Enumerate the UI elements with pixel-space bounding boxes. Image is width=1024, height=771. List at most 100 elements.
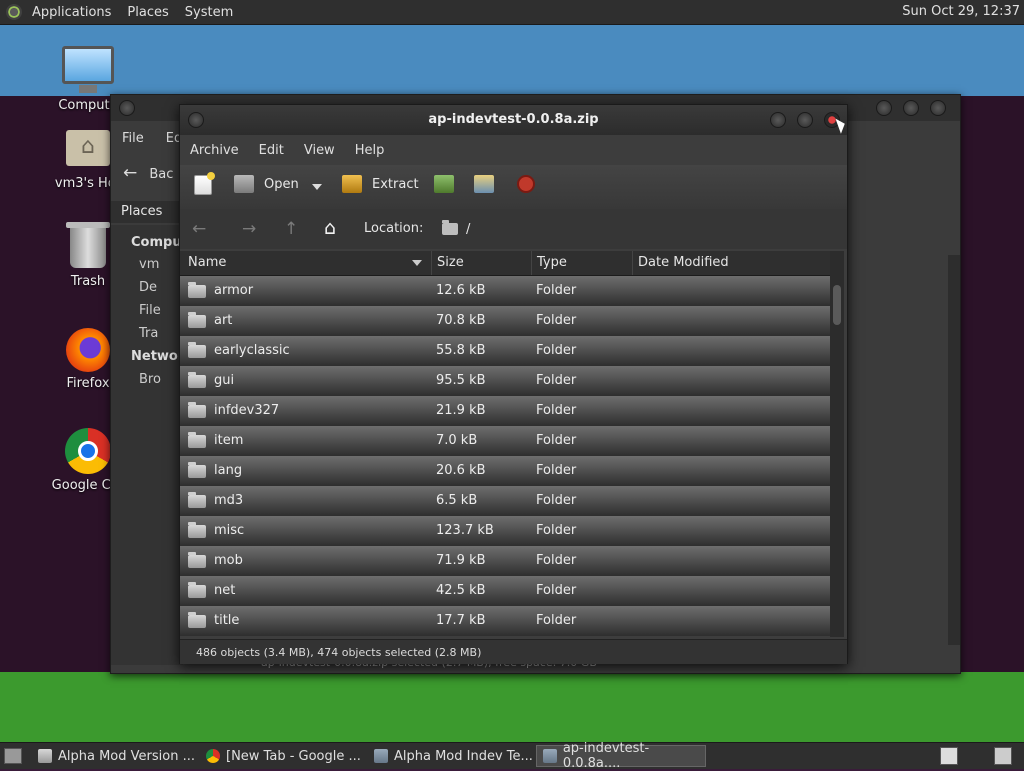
- sidebar-item-desktop[interactable]: De: [139, 280, 157, 295]
- open-button[interactable]: Open: [234, 175, 299, 193]
- column-name[interactable]: Name: [188, 255, 226, 270]
- sidebar-heading-network: Networ: [131, 349, 185, 364]
- table-row[interactable]: title 17.7 kB Folder: [180, 606, 830, 636]
- folder-icon: [188, 582, 206, 598]
- folder-icon: [188, 462, 206, 478]
- cell-type: Folder: [536, 373, 577, 388]
- back-arrow-icon[interactable]: ←: [192, 219, 206, 239]
- menu-archive[interactable]: Archive: [180, 143, 249, 158]
- close-icon[interactable]: [930, 100, 946, 116]
- table-row[interactable]: earlyclassic 55.8 kB Folder: [180, 336, 830, 366]
- menu-system[interactable]: System: [177, 5, 241, 20]
- panel-clock[interactable]: Sun Oct 29, 12:37: [902, 4, 1020, 19]
- distro-logo-icon[interactable]: [6, 4, 22, 20]
- new-archive-icon: [194, 172, 215, 195]
- trash-icon: [66, 222, 110, 268]
- table-row[interactable]: lang 20.6 kB Folder: [180, 456, 830, 486]
- menu-help[interactable]: Help: [345, 143, 395, 158]
- column-date-modified[interactable]: Date Modified: [638, 255, 729, 270]
- task-label: [New Tab - Google ...: [226, 748, 361, 764]
- add-folder-icon: [474, 175, 494, 193]
- minimize-icon[interactable]: [876, 100, 892, 116]
- column-size[interactable]: Size: [437, 255, 464, 270]
- menu-view[interactable]: View: [294, 143, 345, 158]
- cell-type: Folder: [536, 613, 577, 628]
- cell-name: title: [214, 613, 240, 628]
- table-row[interactable]: art 70.8 kB Folder: [180, 306, 830, 336]
- file-list[interactable]: Name Size Type Date Modified armor 12.6 k…: [180, 251, 830, 637]
- maximize-icon[interactable]: [903, 100, 919, 116]
- workspace-switcher-icon[interactable]: [940, 747, 958, 765]
- table-row[interactable]: infdev327 21.9 kB Folder: [180, 396, 830, 426]
- firefox-icon: [66, 328, 110, 372]
- open-label: Open: [264, 176, 299, 192]
- home-icon[interactable]: ⌂: [324, 217, 336, 239]
- up-arrow-icon[interactable]: ↑: [284, 219, 298, 239]
- cell-size: 55.8 kB: [436, 343, 486, 358]
- task-alpha-mod-version[interactable]: Alpha Mod Version ...: [32, 745, 200, 767]
- table-row[interactable]: net 42.5 kB Folder: [180, 576, 830, 606]
- table-row[interactable]: misc 123.7 kB Folder: [180, 516, 830, 546]
- cell-type: Folder: [536, 313, 577, 328]
- table-row[interactable]: mob 71.9 kB Folder: [180, 546, 830, 576]
- file-manager-scrollbar[interactable]: [948, 255, 960, 645]
- folder-icon: [38, 749, 52, 763]
- add-files-button[interactable]: [434, 175, 464, 193]
- menu-edit[interactable]: Edit: [249, 143, 294, 158]
- trash-applet-icon[interactable]: [994, 747, 1012, 765]
- add-folder-button[interactable]: [474, 175, 504, 193]
- table-row[interactable]: md3 6.5 kB Folder: [180, 486, 830, 516]
- folder-icon: [188, 552, 206, 568]
- extract-button[interactable]: Extract: [342, 175, 419, 193]
- cell-name: misc: [214, 523, 245, 538]
- sort-descending-icon[interactable]: [412, 260, 422, 266]
- status-text: 486 objects (3.4 MB), 474 objects select…: [196, 646, 482, 659]
- folder-icon: [188, 372, 206, 388]
- task-label: ap-indevtest-0.0.8a....: [562, 741, 650, 771]
- cell-type: Folder: [536, 493, 577, 508]
- window-menu-icon[interactable]: [119, 100, 135, 116]
- column-separator[interactable]: [531, 251, 532, 275]
- column-separator[interactable]: [632, 251, 633, 275]
- file-list-header: Name Size Type Date Modified: [180, 251, 830, 276]
- stop-icon: [517, 175, 535, 193]
- menu-file[interactable]: File: [111, 131, 155, 146]
- menu-places[interactable]: Places: [119, 5, 176, 20]
- sidebar-item-filesystem[interactable]: File: [139, 303, 161, 318]
- top-panel: Applications Places System Sun Oct 29, 1…: [0, 0, 1024, 25]
- forward-arrow-icon[interactable]: →: [242, 219, 256, 239]
- cell-type: Folder: [536, 523, 577, 538]
- cell-size: 7.0 kB: [436, 433, 478, 448]
- file-list-scrollbar[interactable]: [830, 251, 844, 637]
- task-ap-indevtest[interactable]: ap-indevtest-0.0.8a....: [536, 741, 706, 771]
- back-button[interactable]: ← Bac: [123, 163, 173, 183]
- sidebar-item-browse-network[interactable]: Bro: [139, 372, 161, 387]
- sidebar-item-home[interactable]: vm: [139, 257, 159, 272]
- folder-icon: [188, 282, 206, 298]
- maximize-icon[interactable]: [797, 112, 813, 128]
- task-new-tab-chrome[interactable]: [New Tab - Google ...: [200, 745, 368, 767]
- table-row[interactable]: armor 12.6 kB Folder: [180, 276, 830, 306]
- cell-size: 17.7 kB: [436, 613, 486, 628]
- column-type[interactable]: Type: [537, 255, 567, 270]
- column-separator[interactable]: [431, 251, 432, 275]
- cell-size: 20.6 kB: [436, 463, 486, 478]
- folder-icon: [188, 402, 206, 418]
- archive-manager-window[interactable]: ap-indevtest-0.0.8a.zip Archive Edit Vie…: [179, 104, 848, 664]
- minimize-icon[interactable]: [770, 112, 786, 128]
- computer-icon: [62, 46, 114, 93]
- task-alpha-mod-indev[interactable]: Alpha Mod Indev Te...: [368, 745, 536, 767]
- table-row[interactable]: item 7.0 kB Folder: [180, 426, 830, 456]
- archive-titlebar[interactable]: ap-indevtest-0.0.8a.zip: [180, 105, 847, 135]
- open-dropdown-button[interactable]: [312, 184, 322, 190]
- file-manager-sidebar: Comput vm De File Tra Networ Bro: [111, 225, 188, 665]
- table-row[interactable]: gui 95.5 kB Folder: [180, 366, 830, 396]
- scrollbar-thumb[interactable]: [833, 285, 841, 325]
- location-field[interactable]: /: [442, 217, 832, 241]
- show-desktop-icon[interactable]: [4, 748, 22, 764]
- menu-applications[interactable]: Applications: [24, 5, 119, 20]
- new-archive-button[interactable]: [194, 172, 222, 195]
- stop-button[interactable]: [517, 175, 545, 193]
- desktop-wallpaper-sky: [0, 24, 1024, 96]
- sidebar-item-trash[interactable]: Tra: [139, 326, 158, 341]
